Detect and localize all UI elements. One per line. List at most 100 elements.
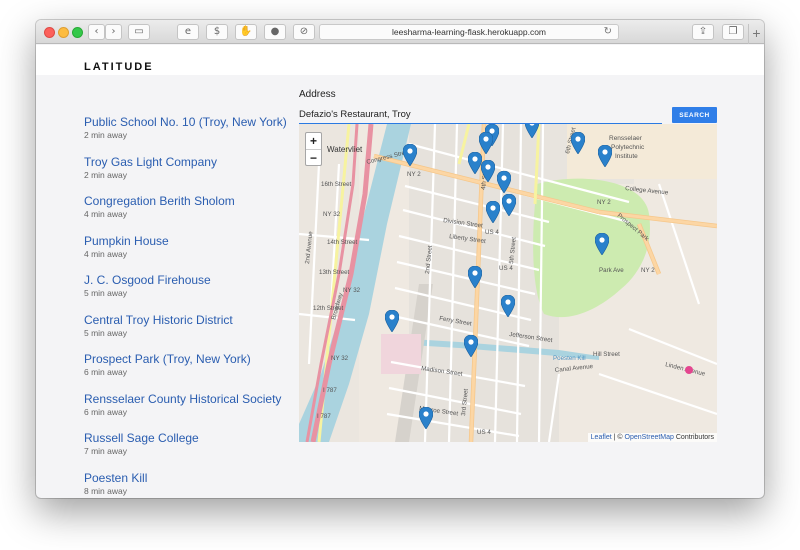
ghost-icon: ● — [270, 26, 280, 37]
results-list: Public School No. 10 (Troy, New York) 2 m… — [84, 115, 304, 498]
list-item: Poesten Kill 8 min away — [84, 471, 304, 499]
chevron-right-icon: › — [111, 26, 116, 37]
result-distance: 4 min away — [84, 209, 127, 219]
hospital-icon — [685, 366, 693, 374]
site-logo[interactable]: LATITUDE — [84, 61, 154, 73]
zoom-in-button[interactable]: + — [306, 133, 321, 149]
result-distance: 5 min away — [84, 288, 127, 298]
zoom-out-button[interactable]: − — [306, 149, 321, 165]
map-label-13th: 13th Street — [319, 269, 350, 276]
map-label-hill: Hill Street — [593, 351, 620, 358]
dollar-icon: $ — [213, 26, 221, 37]
address-input[interactable] — [299, 106, 662, 124]
map-label-ny32c: NY 32 — [331, 355, 349, 362]
map-marker-icon[interactable] — [525, 124, 539, 138]
list-item: J. C. Osgood Firehouse 5 min away — [84, 273, 304, 313]
map-label-i787b: I 787 — [317, 413, 331, 420]
new-tab-button[interactable]: + — [748, 24, 764, 44]
block-icon: ⊘ — [299, 26, 309, 37]
globe-icon: e — [184, 26, 192, 37]
map-marker-icon[interactable] — [595, 233, 609, 255]
list-item: Russell Sage College 7 min away — [84, 431, 304, 471]
map[interactable]: Watervliet Rensselaer Polytechnic Instit… — [299, 124, 717, 442]
result-distance: 4 min away — [84, 248, 127, 259]
map-label-polytechnic: Polytechnic — [611, 144, 645, 151]
map-marker-icon[interactable] — [419, 407, 433, 429]
extension-button-ghostery[interactable]: ● — [264, 24, 286, 40]
map-marker-icon[interactable] — [464, 335, 478, 357]
url-text: leesharma-learning-flask.herokuapp.com — [391, 27, 547, 37]
map-marker-icon[interactable] — [571, 132, 585, 154]
address-bar[interactable]: leesharma-learning-flask.herokuapp.com ↻ — [319, 24, 619, 40]
map-label-ny2a: NY 2 — [407, 171, 421, 178]
map-marker-icon[interactable] — [502, 194, 516, 216]
result-link[interactable]: Public School No. 10 (Troy, New York) — [84, 115, 304, 130]
result-link[interactable]: Troy Gas Light Company — [84, 155, 304, 170]
result-distance: 2 min away — [84, 169, 127, 180]
search-button[interactable]: SEARCH — [672, 107, 717, 123]
list-item: Troy Gas Light Company 2 min away — [84, 155, 304, 195]
map-label-ny2c: NY 2 — [641, 267, 655, 274]
result-link[interactable]: Poesten Kill — [84, 471, 304, 486]
list-item: Public School No. 10 (Troy, New York) 2 m… — [84, 115, 304, 155]
result-link[interactable]: Pumpkin House — [84, 234, 304, 249]
tabs-icon: ❐ — [728, 26, 738, 37]
map-label-us4c: US 4 — [477, 429, 491, 436]
osm-link[interactable]: OpenStreetMap — [625, 434, 674, 441]
map-marker-icon[interactable] — [385, 310, 399, 332]
extension-button-block[interactable]: ⊘ — [293, 24, 315, 40]
leaflet-link[interactable]: Leaflet — [591, 434, 612, 441]
share-button[interactable]: ⇪ — [692, 24, 714, 40]
map-label-park: Park Ave — [599, 267, 624, 274]
list-item: Rensselaer County Historical Society 6 mi… — [84, 392, 304, 432]
result-distance: 8 min away — [84, 485, 127, 496]
minimize-window-button[interactable] — [58, 27, 69, 38]
zoom-window-button[interactable] — [72, 27, 83, 38]
map-marker-icon[interactable] — [497, 171, 511, 193]
result-distance: 7 min away — [84, 446, 127, 456]
browser-window: ‹ › ▭ e $ ✋ ● ⊘ leesharma-learning-flask… — [36, 20, 764, 498]
map-label-14th: 14th Street — [327, 239, 358, 246]
sidebar-button[interactable]: ▭ — [128, 24, 150, 40]
list-item: Prospect Park (Troy, New York) 6 min away — [84, 352, 304, 392]
result-link[interactable]: Rensselaer County Historical Society — [84, 392, 304, 407]
result-link[interactable]: Congregation Berith Sholom — [84, 194, 304, 209]
plus-icon: + — [752, 25, 761, 41]
back-button[interactable]: ‹ — [88, 24, 105, 40]
chevron-left-icon: ‹ — [94, 26, 99, 37]
result-link[interactable]: J. C. Osgood Firehouse — [84, 273, 304, 288]
map-label-ny32a: NY 32 — [323, 211, 341, 218]
map-marker-icon[interactable] — [481, 160, 495, 182]
address-label: Address — [299, 89, 336, 100]
result-link[interactable]: Russell Sage College — [84, 431, 304, 446]
extension-button-dollar[interactable]: $ — [206, 24, 228, 40]
map-label-poesten: Poesten Kill — [553, 355, 586, 362]
map-marker-icon[interactable] — [468, 266, 482, 288]
map-marker-icon[interactable] — [479, 132, 493, 154]
tabs-button[interactable]: ❐ — [722, 24, 744, 40]
map-marker-icon[interactable] — [501, 295, 515, 317]
forward-button[interactable]: › — [105, 24, 122, 40]
list-item: Pumpkin House 4 min away — [84, 234, 304, 274]
list-item: Congregation Berith Sholom 4 min away — [84, 194, 304, 234]
result-distance: 2 min away — [84, 130, 127, 140]
zoom-control: + − — [305, 132, 322, 166]
reload-icon[interactable]: ↻ — [604, 25, 612, 39]
close-window-button[interactable] — [44, 27, 55, 38]
map-label-rensselaer: Rensselaer — [609, 135, 643, 142]
map-label-i787a: I 787 — [323, 387, 337, 394]
attribution-separator: | © — [611, 434, 625, 441]
map-label-watervliet: Watervliet — [327, 145, 363, 154]
extension-button-hand[interactable]: ✋ — [235, 24, 257, 40]
extension-button-ie[interactable]: e — [177, 24, 199, 40]
map-label-16th: 16th Street — [321, 181, 352, 188]
map-marker-icon[interactable] — [486, 201, 500, 223]
map-marker-icon[interactable] — [598, 145, 612, 167]
result-link[interactable]: Central Troy Historic District — [84, 313, 304, 328]
result-link[interactable]: Prospect Park (Troy, New York) — [84, 352, 304, 367]
map-marker-icon[interactable] — [403, 144, 417, 166]
result-distance: 6 min away — [84, 406, 127, 417]
map-label-us4a: US 4 — [485, 229, 499, 236]
site-header: LATITUDE — [36, 45, 764, 75]
map-marker-icon[interactable] — [468, 152, 482, 174]
